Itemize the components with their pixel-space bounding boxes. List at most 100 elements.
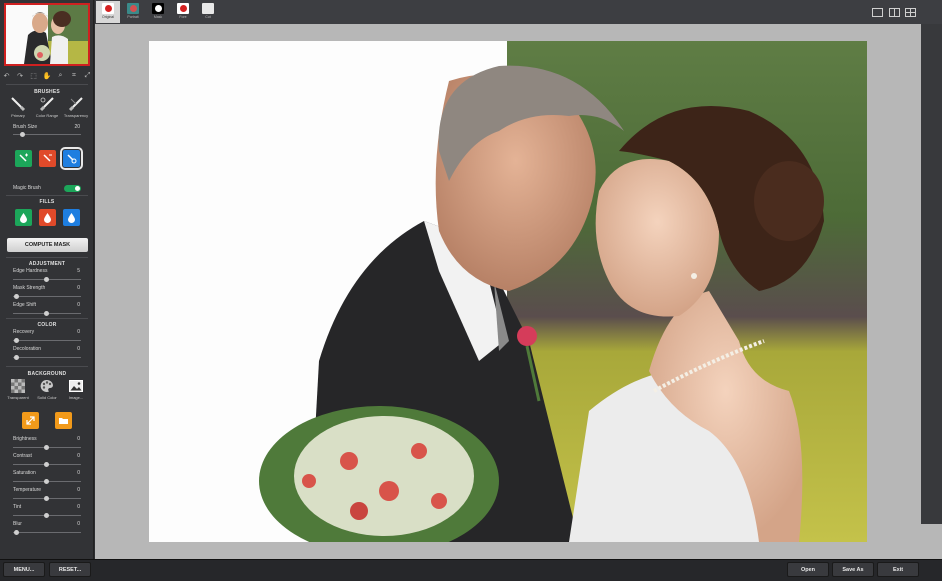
brightness-label: Brightness — [13, 436, 37, 442]
tint-slider[interactable] — [13, 513, 81, 518]
brushes-title: BRUSHES — [34, 89, 60, 95]
restore-brush-button[interactable] — [60, 147, 83, 170]
color-title: COLOR — [37, 322, 57, 328]
tab-fore-label: Fore — [179, 15, 187, 19]
drop-icon — [20, 213, 27, 223]
slider-knob[interactable] — [14, 338, 19, 343]
fill-restore-button[interactable] — [63, 209, 80, 226]
contrast-value: 0 — [77, 453, 80, 459]
slider-knob[interactable] — [14, 294, 19, 299]
open-button[interactable]: Open — [787, 562, 829, 577]
checkerboard-icon — [11, 379, 25, 393]
temperature-slider[interactable] — [13, 496, 81, 501]
brush-primary[interactable]: Primary — [5, 96, 31, 118]
exit-button[interactable]: Exit — [877, 562, 919, 577]
view-tools-row: ↶ ↷ ⬚ ✋ ⌕ ⌗ ⤢ — [2, 70, 92, 82]
brush-size-label: Brush Size — [13, 124, 38, 130]
bg-solid-color-option[interactable]: Solid Color — [33, 379, 61, 400]
tab-portrait-label: Portrait — [127, 15, 139, 19]
brush-color-range[interactable]: Color Range — [34, 96, 60, 118]
tab-cut-label: Cut — [205, 15, 211, 19]
adjustment-title: ADJUSTMENT — [28, 261, 66, 267]
brush-transparency[interactable]: Transparency — [63, 96, 89, 118]
split-view-button[interactable] — [889, 8, 900, 17]
selection-icon[interactable]: ⬚ — [29, 72, 38, 80]
brush-size-slider[interactable] — [13, 132, 81, 137]
magic-brush-toggle[interactable] — [64, 185, 81, 192]
add-foreground-brush-button[interactable] — [15, 150, 32, 167]
resize-icon — [26, 416, 35, 425]
blur-slider[interactable] — [13, 530, 81, 535]
slider-knob[interactable] — [44, 496, 49, 501]
slider-knob[interactable] — [44, 311, 49, 316]
bg-folder-button[interactable] — [55, 412, 72, 429]
zoom-icon[interactable]: ⌕ — [56, 72, 65, 80]
brightness-value: 0 — [77, 436, 80, 442]
canvas-corner — [921, 524, 942, 559]
brush-plus-icon — [19, 153, 28, 162]
edge-shift-value: 0 — [77, 302, 80, 308]
saturation-slider[interactable] — [13, 479, 81, 484]
bg-image-option[interactable]: Image... — [62, 379, 90, 400]
compute-mask-button[interactable]: COMPUTE MASK — [7, 238, 88, 252]
navigator-thumbnail[interactable] — [4, 3, 90, 66]
slider-knob[interactable] — [14, 530, 19, 535]
slider-knob[interactable] — [14, 355, 19, 360]
app-window: ↶ ↷ ⬚ ✋ ⌕ ⌗ ⤢ BRUSHES Primary Color Rang… — [0, 0, 942, 581]
crop-icon[interactable]: ⌗ — [70, 72, 79, 80]
recovery-slider[interactable] — [13, 338, 81, 343]
contrast-label: Contrast — [13, 453, 32, 459]
remove-background-brush-button[interactable] — [39, 150, 56, 167]
brush-color-range-label: Color Range — [35, 113, 59, 118]
photo-canvas[interactable] — [149, 41, 867, 542]
cut-icon — [202, 3, 214, 14]
slider-knob[interactable] — [44, 277, 49, 282]
brush-transparency-label: Transparency — [63, 113, 89, 118]
view-tabs-bar: Original Portrait Mask Fore Cut — [95, 0, 942, 24]
menu-button[interactable]: MENU... — [3, 562, 45, 577]
bg-transparent-option[interactable]: Transparent — [4, 379, 32, 400]
slider-knob[interactable] — [44, 479, 49, 484]
quad-view-button[interactable] — [905, 8, 916, 17]
brush-restore-icon — [67, 154, 77, 164]
edge-hardness-slider[interactable] — [13, 277, 81, 282]
reset-button[interactable]: RESET... — [49, 562, 91, 577]
recovery-label: Recovery — [13, 329, 35, 335]
drop-icon — [44, 213, 51, 223]
bg-fit-button[interactable] — [22, 412, 39, 429]
brush-size-value: 20 — [74, 124, 80, 130]
save-as-button[interactable]: Save As — [832, 562, 874, 577]
hand-icon[interactable]: ✋ — [43, 72, 52, 80]
tab-cut[interactable]: Cut — [196, 1, 220, 23]
mask-icon — [152, 3, 164, 14]
brush-primary-label: Primary — [11, 113, 25, 118]
fill-foreground-button[interactable] — [15, 209, 32, 226]
bottom-bar: MENU... RESET... Open Save As Exit — [0, 559, 942, 581]
divider — [6, 195, 88, 196]
redo-icon[interactable]: ↷ — [16, 72, 25, 80]
tint-label: Tint — [13, 504, 22, 510]
slider-knob[interactable] — [44, 513, 49, 518]
slider-knob[interactable] — [20, 132, 25, 137]
fit-icon[interactable]: ⤢ — [83, 72, 92, 80]
background-title: BACKGROUND — [27, 371, 67, 377]
decoloration-slider[interactable] — [13, 355, 81, 360]
edge-shift-slider[interactable] — [13, 311, 81, 316]
tab-fore[interactable]: Fore — [171, 1, 195, 23]
tab-portrait[interactable]: Portrait — [121, 1, 145, 23]
edge-hardness-value: 5 — [77, 268, 80, 274]
slider-knob[interactable] — [44, 462, 49, 467]
image-icon — [69, 380, 83, 392]
brightness-slider[interactable] — [13, 445, 81, 450]
temperature-value: 0 — [77, 487, 80, 493]
undo-icon[interactable]: ↶ — [2, 72, 11, 80]
mask-strength-slider[interactable] — [13, 294, 81, 299]
tab-mask[interactable]: Mask — [146, 1, 170, 23]
fill-background-button[interactable] — [39, 209, 56, 226]
contrast-slider[interactable] — [13, 462, 81, 467]
transparency-brush-icon — [68, 97, 83, 112]
mask-strength-value: 0 — [77, 285, 80, 291]
tab-original[interactable]: Original — [96, 1, 120, 23]
slider-knob[interactable] — [44, 445, 49, 450]
single-view-button[interactable] — [872, 8, 883, 17]
